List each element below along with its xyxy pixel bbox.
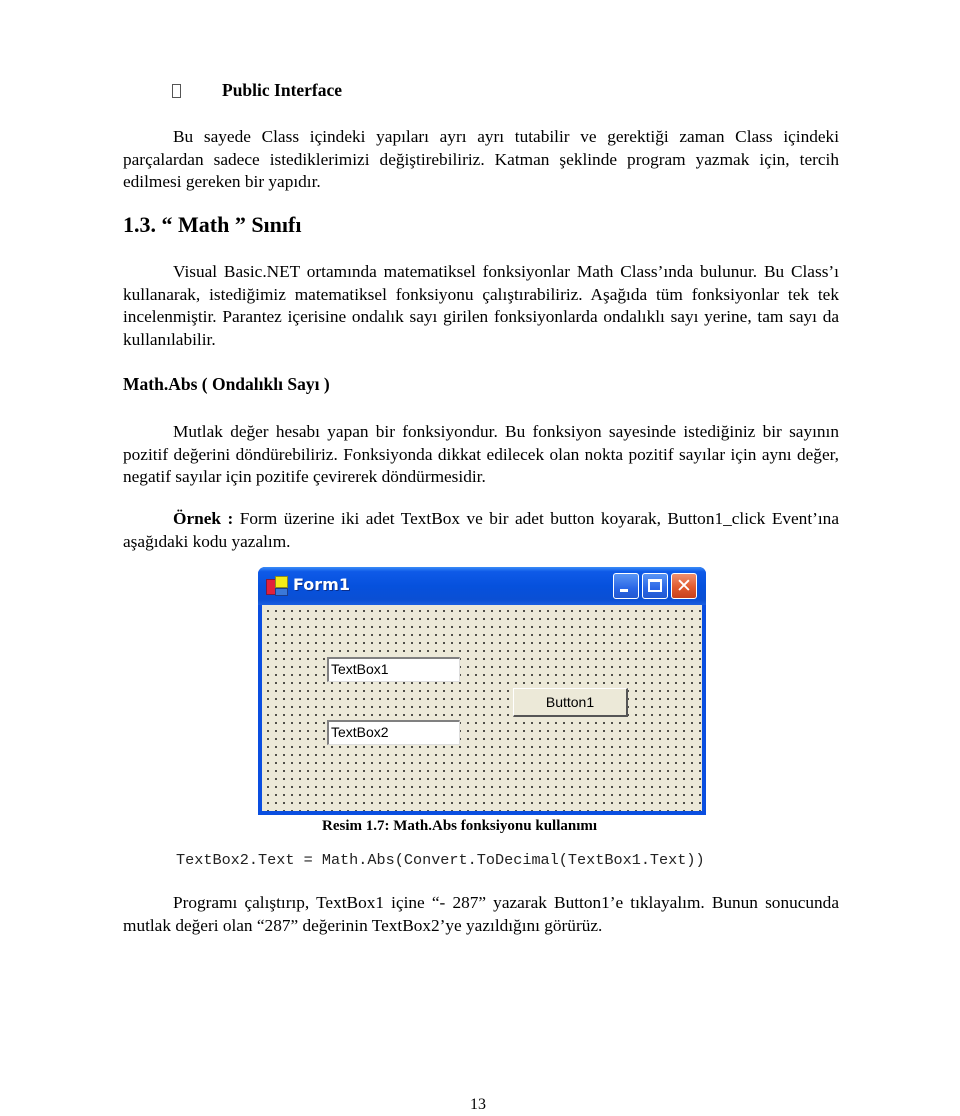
example-paragraph: Örnek : Form üzerine iki adet TextBox ve… [123,508,839,553]
subsection-heading: Math.Abs ( Ondalıklı Sayı ) [123,374,330,394]
figure-caption: Resim 1.7: Math.Abs fonksiyonu kullanımı [322,818,598,834]
close-button[interactable]: ✕ [671,573,697,599]
minimize-button[interactable] [613,573,639,599]
form1-window: Form1 ✕ TextBox1 Button1 TextBox2 [258,567,706,815]
form-app-icon [266,576,288,596]
textbox2[interactable]: TextBox2 [327,720,460,745]
maximize-button[interactable] [642,573,668,599]
bullet-title: Public Interface [222,80,343,100]
code-line: TextBox2.Text = Math.Abs(Convert.ToDecim… [176,851,705,869]
form-design-surface: TextBox1 Button1 TextBox2 [262,605,702,811]
window-titlebar[interactable]: Form1 ✕ [258,567,706,605]
section-heading: 1.3. “ Math ” Sınıfı [123,212,302,237]
page-number: 13 [470,1096,486,1113]
button1[interactable]: Button1 [513,688,628,717]
window-title: Form1 [293,575,350,594]
intro-paragraph: Bu sayede Class içindeki yapıları ayrı a… [123,127,839,191]
textbox1[interactable]: TextBox1 [327,657,460,682]
example-label: Örnek : [173,509,234,528]
maximize-icon [648,579,662,592]
close-icon: ✕ [676,575,692,597]
result-paragraph: Programı çalıştırıp, TextBox1 içine “- 2… [123,893,839,935]
math-class-paragraph: Visual Basic.NET ortamında matematiksel … [123,262,839,349]
minimize-icon [620,589,628,592]
square-bullet-icon [172,84,181,98]
abs-description-paragraph: Mutlak değer hesabı yapan bir fonksiyond… [123,422,839,486]
